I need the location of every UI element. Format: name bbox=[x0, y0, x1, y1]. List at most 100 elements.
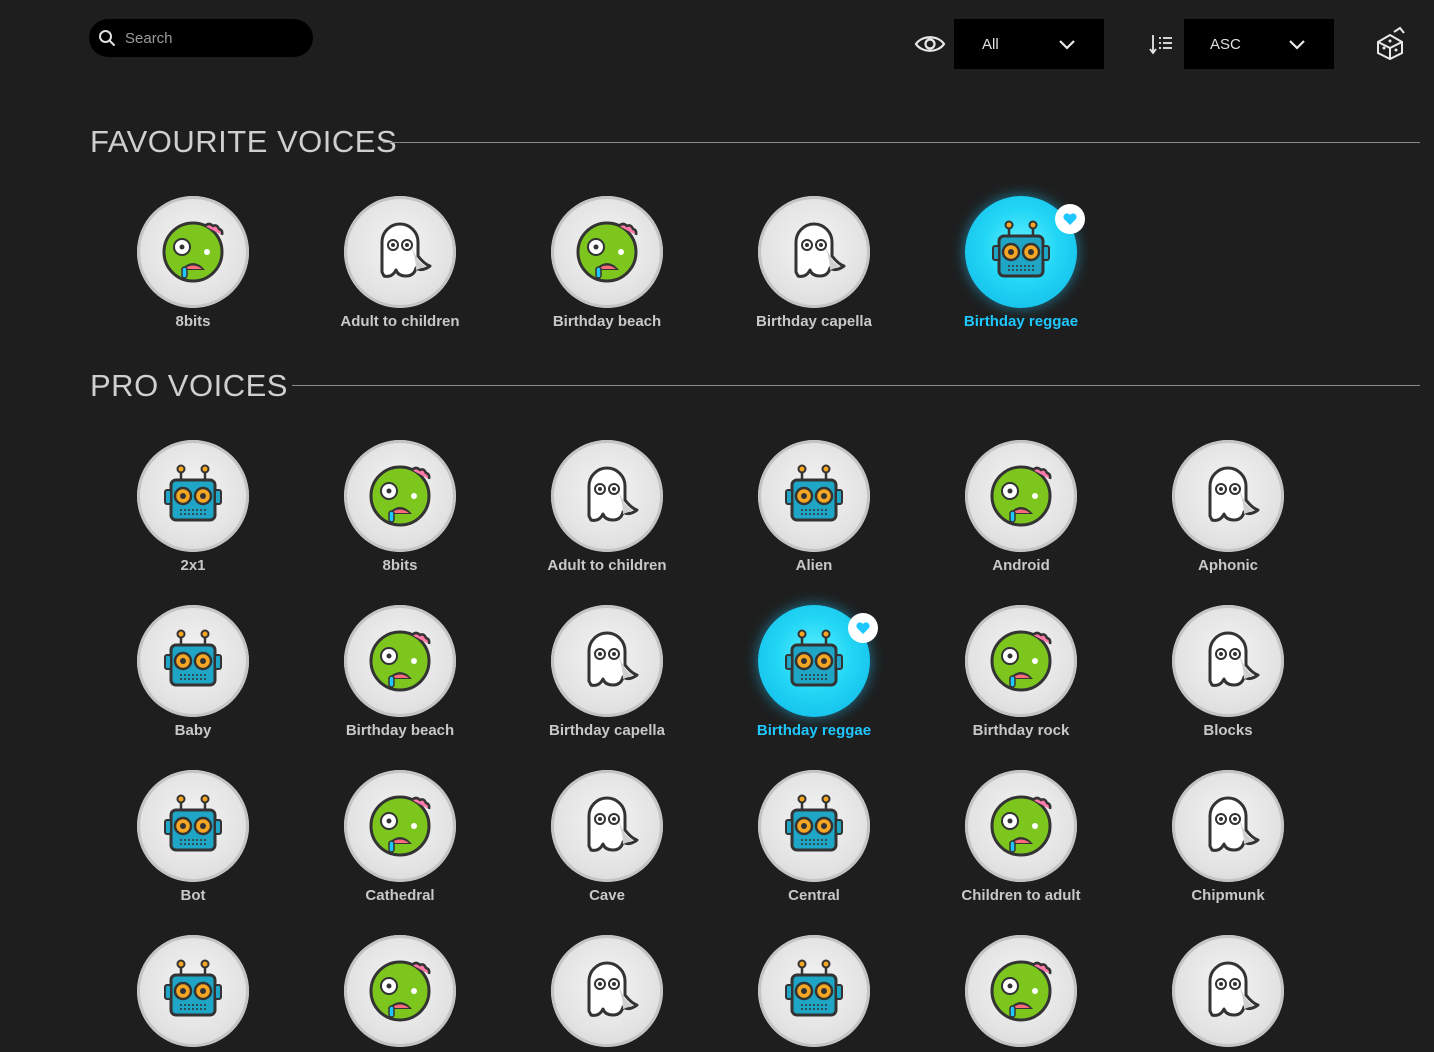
voice-avatar[interactable] bbox=[344, 196, 456, 308]
voice-avatar[interactable] bbox=[551, 770, 663, 882]
voice-avatar[interactable] bbox=[551, 605, 663, 717]
ghost-icon bbox=[587, 961, 639, 1017]
voice-avatar[interactable] bbox=[344, 935, 456, 1047]
search-input[interactable] bbox=[123, 28, 307, 48]
voice-item[interactable]: Birthday beach bbox=[507, 196, 707, 330]
ghost-icon bbox=[1208, 631, 1260, 687]
sort-select[interactable]: ASC bbox=[1184, 19, 1334, 69]
voice-item[interactable] bbox=[714, 935, 914, 1052]
voice-item[interactable]: Blocks bbox=[1128, 605, 1328, 739]
voice-avatar[interactable] bbox=[965, 935, 1077, 1047]
voice-avatar[interactable] bbox=[551, 935, 663, 1047]
voice-item[interactable]: Birthday capella bbox=[714, 196, 914, 330]
voice-avatar[interactable] bbox=[758, 770, 870, 882]
voice-item[interactable]: Aphonic bbox=[1128, 440, 1328, 574]
voice-item[interactable] bbox=[93, 935, 293, 1052]
voice-avatar[interactable] bbox=[137, 196, 249, 308]
ghost-icon bbox=[587, 631, 639, 687]
voice-item[interactable]: Baby bbox=[93, 605, 293, 739]
divider bbox=[292, 385, 1420, 386]
search-box[interactable] bbox=[89, 19, 313, 57]
voice-label: Baby bbox=[174, 722, 212, 739]
voice-item[interactable]: Children to adult bbox=[921, 770, 1121, 904]
voice-label: Aphonic bbox=[1198, 557, 1258, 574]
zombie-icon bbox=[576, 221, 638, 283]
voice-label: Central bbox=[788, 887, 840, 904]
zombie-icon bbox=[369, 465, 431, 527]
voice-item[interactable]: Alien bbox=[714, 440, 914, 574]
chevron-down-icon bbox=[1059, 40, 1075, 50]
voice-avatar[interactable] bbox=[965, 770, 1077, 882]
zombie-icon bbox=[990, 630, 1052, 692]
voice-avatar[interactable] bbox=[137, 605, 249, 717]
voice-label: Birthday capella bbox=[756, 313, 872, 330]
voice-avatar[interactable] bbox=[137, 935, 249, 1047]
voice-avatar[interactable] bbox=[137, 770, 249, 882]
voice-item[interactable] bbox=[507, 935, 707, 1052]
zombie-icon bbox=[990, 465, 1052, 527]
voice-item[interactable]: Bot bbox=[93, 770, 293, 904]
voice-avatar[interactable] bbox=[137, 440, 249, 552]
zombie-icon bbox=[162, 221, 224, 283]
robot-icon bbox=[164, 464, 222, 522]
filter-select-value: All bbox=[982, 35, 999, 53]
voice-item[interactable]: Central bbox=[714, 770, 914, 904]
favourite-badge[interactable] bbox=[848, 613, 878, 643]
voice-item[interactable]: Cathedral bbox=[300, 770, 500, 904]
favourite-badge[interactable] bbox=[1055, 204, 1085, 234]
voice-item[interactable] bbox=[921, 935, 1121, 1052]
robot-icon bbox=[785, 794, 843, 852]
heart-icon bbox=[856, 622, 870, 634]
voice-avatar[interactable] bbox=[344, 605, 456, 717]
voice-item[interactable]: Birthday reggae bbox=[921, 196, 1121, 330]
voice-item[interactable]: Adult to children bbox=[300, 196, 500, 330]
sort-icon[interactable] bbox=[1149, 33, 1173, 55]
voice-item[interactable]: Birthday rock bbox=[921, 605, 1121, 739]
voice-label: Cave bbox=[589, 887, 625, 904]
voice-item[interactable]: 8bits bbox=[93, 196, 293, 330]
voice-item[interactable]: Birthday capella bbox=[507, 605, 707, 739]
voice-label: Birthday rock bbox=[972, 722, 1070, 739]
voice-avatar[interactable] bbox=[344, 770, 456, 882]
voice-avatar[interactable] bbox=[344, 440, 456, 552]
voice-item[interactable]: Chipmunk bbox=[1128, 770, 1328, 904]
voice-avatar[interactable] bbox=[758, 935, 870, 1047]
voice-avatar[interactable] bbox=[758, 196, 870, 308]
voice-label: Birthday reggae bbox=[756, 722, 872, 739]
voice-avatar[interactable] bbox=[965, 196, 1085, 308]
voice-avatar[interactable] bbox=[758, 605, 878, 717]
voice-item[interactable]: 8bits bbox=[300, 440, 500, 574]
voice-label: Birthday reggae bbox=[963, 313, 1079, 330]
eye-icon[interactable] bbox=[914, 31, 946, 57]
voice-item[interactable] bbox=[1128, 935, 1328, 1052]
zombie-icon bbox=[990, 960, 1052, 1022]
voice-avatar[interactable] bbox=[965, 440, 1077, 552]
voice-avatar[interactable] bbox=[551, 196, 663, 308]
voice-avatar[interactable] bbox=[551, 440, 663, 552]
ghost-icon bbox=[1208, 796, 1260, 852]
voice-avatar[interactable] bbox=[1172, 770, 1284, 882]
voice-item[interactable]: Birthday reggae bbox=[714, 605, 914, 739]
favourite-voices-title: FAVOURITE VOICES bbox=[90, 124, 398, 159]
voice-item[interactable]: 2x1 bbox=[93, 440, 293, 574]
voice-avatar[interactable] bbox=[1172, 935, 1284, 1047]
voice-avatar[interactable] bbox=[1172, 605, 1284, 717]
voice-item[interactable]: Adult to children bbox=[507, 440, 707, 574]
voice-item[interactable]: Birthday beach bbox=[300, 605, 500, 739]
voice-item[interactable]: Cave bbox=[507, 770, 707, 904]
voice-item[interactable] bbox=[300, 935, 500, 1052]
voice-avatar[interactable] bbox=[758, 440, 870, 552]
filter-select[interactable]: All bbox=[954, 19, 1104, 69]
divider bbox=[383, 142, 1420, 143]
voice-avatar[interactable] bbox=[965, 605, 1077, 717]
voice-label: Birthday beach bbox=[552, 313, 662, 330]
voice-label: 8bits bbox=[175, 313, 211, 330]
robot-icon bbox=[164, 959, 222, 1017]
ghost-icon bbox=[587, 466, 639, 522]
voice-label: Children to adult bbox=[961, 887, 1081, 904]
voice-avatar[interactable] bbox=[1172, 440, 1284, 552]
dice-icon[interactable] bbox=[1374, 26, 1406, 60]
voice-label: Blocks bbox=[1203, 722, 1253, 739]
voice-item[interactable]: Android bbox=[921, 440, 1121, 574]
voice-label: Cathedral bbox=[365, 887, 435, 904]
